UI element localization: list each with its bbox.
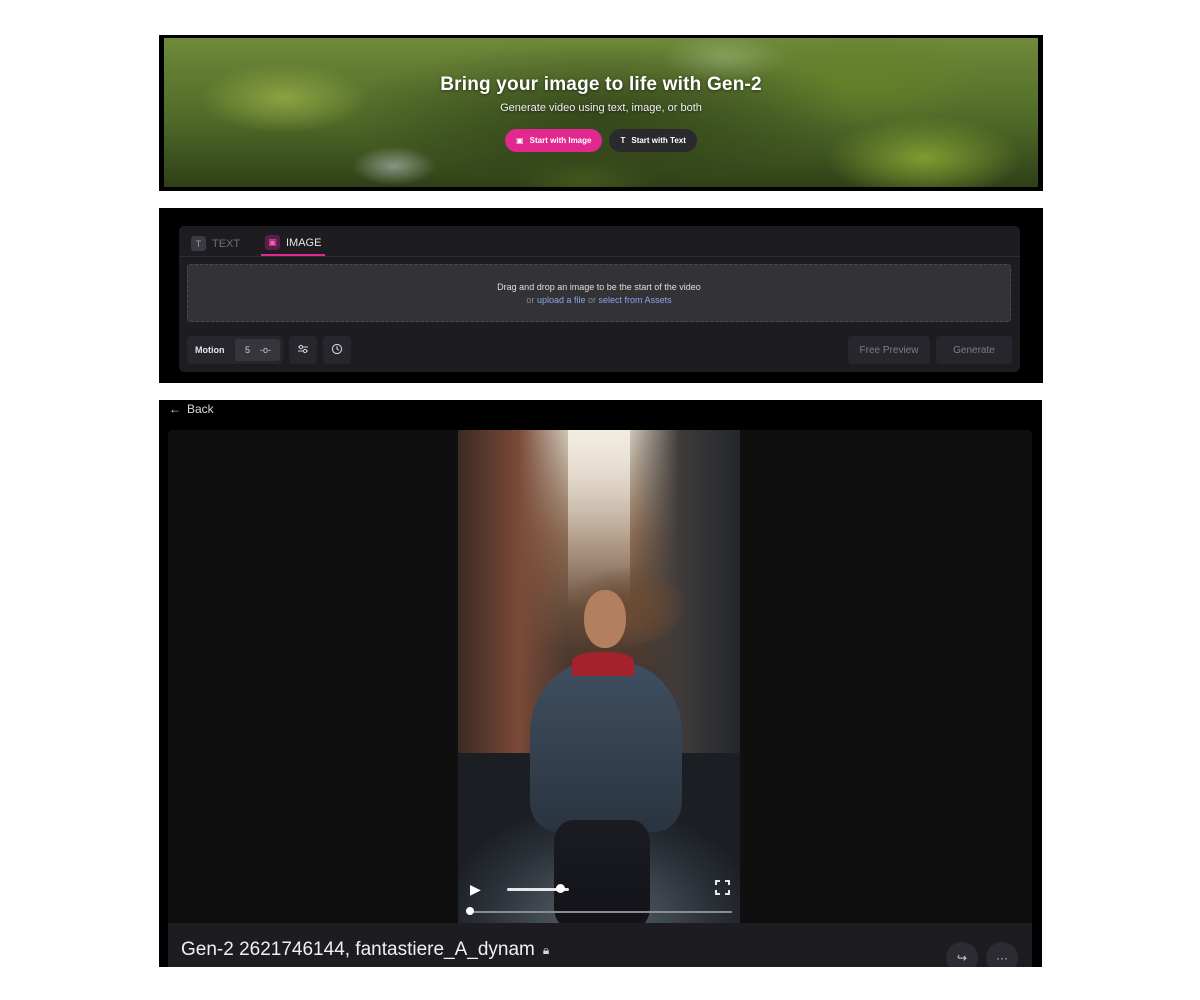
- motion-value-input[interactable]: 5 -o-: [235, 339, 280, 361]
- hero-subtitle: Generate video using text, image, or bot…: [500, 102, 702, 114]
- video-player[interactable]: ▶: [458, 430, 740, 923]
- video-frame-runner-body: [530, 662, 682, 832]
- start-with-text-label: Start with Text: [631, 136, 686, 145]
- video-frame-runner-head: [584, 590, 626, 648]
- image-dropzone[interactable]: Drag and drop an image to be the start o…: [187, 264, 1011, 322]
- dropzone-or-2: or: [588, 295, 597, 305]
- volume-slider-handle[interactable]: [555, 884, 565, 893]
- start-with-text-button[interactable]: T Start with Text: [609, 129, 697, 152]
- hero-actions: ▣ Start with Image T Start with Text: [164, 129, 1038, 152]
- video-viewer: ← Back ▶ Gen-2 2621746144, fantastiere_A…: [159, 400, 1042, 967]
- video-frame-runner-collar: [572, 652, 634, 676]
- video-frame-runner-legs: [554, 820, 650, 923]
- back-label: Back: [187, 402, 214, 416]
- motion-value: 5: [245, 345, 251, 355]
- generate-button[interactable]: Generate: [936, 336, 1012, 364]
- tab-image[interactable]: ▣ IMAGE: [261, 231, 326, 256]
- hero-background-image: Bring your image to life with Gen-2 Gene…: [164, 38, 1038, 187]
- sliders-icon: [297, 343, 309, 358]
- lock-icon: 🔒︎: [542, 942, 550, 957]
- playback-progress-handle[interactable]: [466, 907, 474, 915]
- select-from-assets-link[interactable]: select from Assets: [599, 295, 672, 305]
- tab-image-label: IMAGE: [286, 236, 322, 249]
- video-stage: ▶: [168, 430, 1032, 923]
- image-icon: ▣: [265, 235, 280, 250]
- more-icon: ···: [996, 951, 1008, 965]
- video-info-bar: Gen-2 2621746144, fantastiere_A_dynam 🔒︎…: [168, 923, 1032, 967]
- hero-banner: Bring your image to life with Gen-2 Gene…: [159, 35, 1043, 191]
- image-icon: ▣: [516, 135, 524, 145]
- share-button[interactable]: ↪: [946, 942, 978, 967]
- dropzone-or-1: or: [526, 295, 535, 305]
- mode-tabs: T TEXT ▣ IMAGE: [179, 226, 1020, 257]
- share-icon: ↪: [956, 951, 968, 965]
- editor-controls: Motion 5 -o- Free Preview Generate: [187, 336, 1012, 364]
- start-with-image-button[interactable]: ▣ Start with Image: [505, 129, 603, 152]
- duration-button[interactable]: [323, 336, 351, 364]
- play-icon[interactable]: ▶: [470, 881, 481, 898]
- playback-progress-track[interactable]: [468, 911, 732, 913]
- clock-icon: [331, 343, 343, 358]
- dropzone-options: or upload a file or select from Assets: [188, 295, 1010, 305]
- video-title: Gen-2 2621746144, fantastiere_A_dynam: [181, 939, 535, 960]
- more-options-button[interactable]: ···: [986, 942, 1018, 967]
- free-preview-button[interactable]: Free Preview: [848, 336, 930, 364]
- back-button[interactable]: ← Back: [169, 402, 214, 416]
- arrow-left-icon: ←: [169, 402, 181, 416]
- upload-file-link[interactable]: upload a file: [537, 295, 586, 305]
- text-icon: T: [191, 236, 206, 251]
- video-title-row: Gen-2 2621746144, fantastiere_A_dynam 🔒︎: [181, 939, 549, 961]
- editor-panel: T TEXT ▣ IMAGE Drag and drop an image to…: [159, 208, 1043, 383]
- start-with-image-label: Start with Image: [529, 136, 592, 145]
- hero-title: Bring your image to life with Gen-2: [440, 74, 762, 95]
- settings-sliders-button[interactable]: [289, 336, 317, 364]
- tab-text[interactable]: T TEXT: [191, 231, 240, 256]
- tab-text-label: TEXT: [212, 237, 241, 250]
- editor-card: T TEXT ▣ IMAGE Drag and drop an image to…: [179, 226, 1020, 372]
- text-icon: T: [620, 135, 626, 145]
- dropzone-instructions: Drag and drop an image to be the start o…: [497, 282, 701, 292]
- motion-label: Motion: [195, 345, 225, 355]
- fullscreen-icon[interactable]: [715, 880, 730, 898]
- slider-handle-icon: -o-: [260, 345, 272, 355]
- motion-control: Motion 5 -o-: [187, 336, 283, 364]
